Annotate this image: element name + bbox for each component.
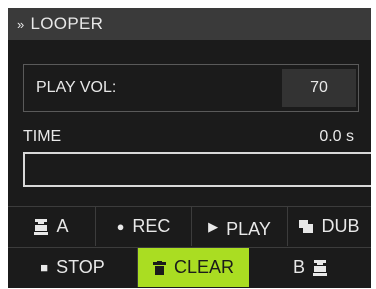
play-button[interactable]: ▶ PLAY bbox=[192, 207, 288, 246]
record-button[interactable]: ● REC bbox=[96, 207, 192, 246]
time-progress-bar bbox=[23, 152, 371, 187]
record-label: REC bbox=[132, 216, 171, 236]
double-chevron-right-icon: » bbox=[17, 16, 25, 32]
marker-b-label: B bbox=[292, 257, 305, 277]
play-volume-label: PLAY VOL: bbox=[36, 79, 117, 96]
trash-icon bbox=[152, 260, 166, 275]
stop-square-icon: ■ bbox=[40, 260, 49, 275]
transport-row-2: ■ STOP CLEAR B bbox=[8, 247, 371, 287]
marker-a-label: A bbox=[56, 216, 69, 236]
overdub-label: DUB bbox=[321, 216, 360, 236]
stop-button[interactable]: ■ STOP bbox=[8, 248, 138, 287]
looper-header: » LOOPER bbox=[8, 8, 371, 40]
play-label: PLAY bbox=[226, 219, 271, 239]
overdub-icon bbox=[299, 220, 314, 233]
clear-button[interactable]: CLEAR bbox=[138, 248, 249, 287]
transport-row-1: A ● REC ▶ PLAY DUB bbox=[8, 206, 371, 246]
clear-label: CLEAR bbox=[173, 257, 235, 277]
record-dot-icon: ● bbox=[116, 219, 125, 234]
play-triangle-icon: ▶ bbox=[208, 218, 219, 234]
marker-a-button[interactable]: A bbox=[8, 207, 96, 246]
marker-b-icon bbox=[313, 259, 327, 276]
marker-b-button[interactable]: B bbox=[249, 248, 371, 287]
time-value: 0.0 s bbox=[319, 128, 354, 145]
play-volume-value[interactable]: 70 bbox=[282, 69, 356, 107]
time-label: TIME bbox=[23, 128, 62, 145]
marker-a-icon bbox=[34, 218, 49, 235]
looper-title: LOOPER bbox=[30, 14, 104, 33]
play-volume-row: PLAY VOL: 70 bbox=[23, 64, 359, 112]
looper-panel: » LOOPER PLAY VOL: 70 TIME 0.0 s A ● REC… bbox=[8, 8, 371, 288]
stop-label: STOP bbox=[56, 257, 105, 277]
overdub-button[interactable]: DUB bbox=[288, 207, 371, 246]
